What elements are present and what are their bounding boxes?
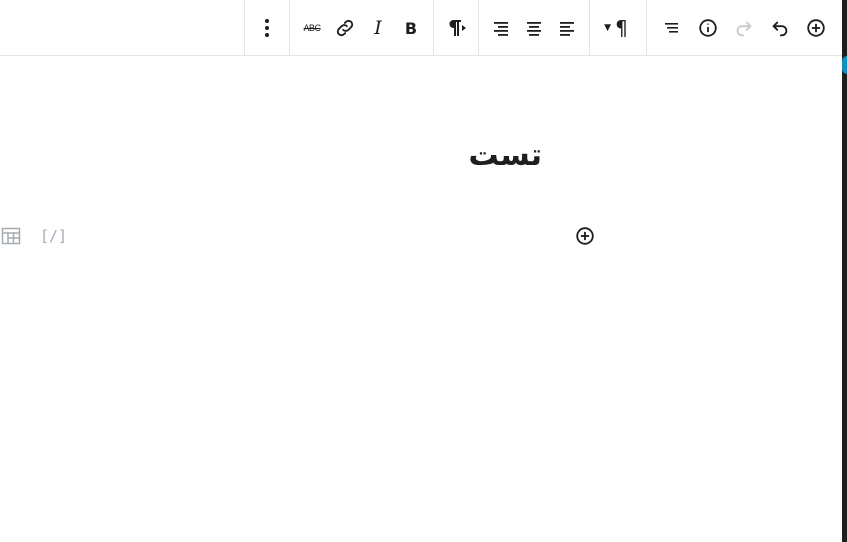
list-outline-icon xyxy=(665,23,678,33)
toolbar-separator xyxy=(433,0,434,55)
plus-circle-icon xyxy=(807,19,825,37)
post-title[interactable]: تست xyxy=(400,134,542,178)
outline-button[interactable] xyxy=(656,12,688,44)
strikethrough-icon: ABC xyxy=(303,23,321,33)
scroll-indicator xyxy=(842,56,847,92)
toolbar-separator xyxy=(646,0,647,55)
shortcode-block-hint[interactable]: [/] xyxy=(40,225,67,247)
align-right-button[interactable] xyxy=(485,12,517,44)
align-center-button[interactable] xyxy=(518,12,550,44)
align-left-icon xyxy=(560,22,574,36)
caret-down-icon: ▼ xyxy=(604,23,612,33)
align-center-icon xyxy=(527,22,541,36)
italic-icon: I xyxy=(374,17,382,39)
vertical-ellipsis-icon xyxy=(265,19,269,37)
align-right-icon xyxy=(494,22,508,36)
table-icon xyxy=(1,227,21,245)
redo-icon xyxy=(736,21,752,37)
add-block-button[interactable] xyxy=(800,12,832,44)
toolbar-separator xyxy=(589,0,590,55)
redo-button[interactable] xyxy=(728,12,760,44)
italic-button[interactable]: I xyxy=(362,12,394,44)
paragraph-direction-button[interactable] xyxy=(440,12,472,44)
block-inserter-button[interactable] xyxy=(574,225,596,247)
toolbar-separator xyxy=(289,0,290,55)
toolbar-separator xyxy=(244,0,245,55)
more-options-button[interactable] xyxy=(251,12,283,44)
align-left-button[interactable] xyxy=(551,12,583,44)
bold-icon: B xyxy=(404,18,418,38)
info-icon xyxy=(699,19,717,37)
bold-button[interactable]: B xyxy=(395,12,427,44)
info-button[interactable] xyxy=(692,12,724,44)
link-button[interactable] xyxy=(329,12,361,44)
strikethrough-button[interactable]: ABC xyxy=(296,12,328,44)
undo-icon xyxy=(772,21,788,37)
editor-toolbar: ABC I B ▼ ¶ xyxy=(0,0,842,56)
toolbar-separator xyxy=(478,0,479,55)
paragraph-ltr-icon xyxy=(449,20,466,36)
plus-circle-icon xyxy=(576,227,594,245)
paragraph-style-dropdown[interactable]: ▼ ¶ xyxy=(596,12,636,44)
link-icon xyxy=(336,19,354,37)
table-block-button[interactable] xyxy=(0,225,22,247)
paragraph-icon: ¶ xyxy=(615,16,628,40)
empty-block-row: [/] xyxy=(0,222,842,250)
undo-button[interactable] xyxy=(764,12,796,44)
